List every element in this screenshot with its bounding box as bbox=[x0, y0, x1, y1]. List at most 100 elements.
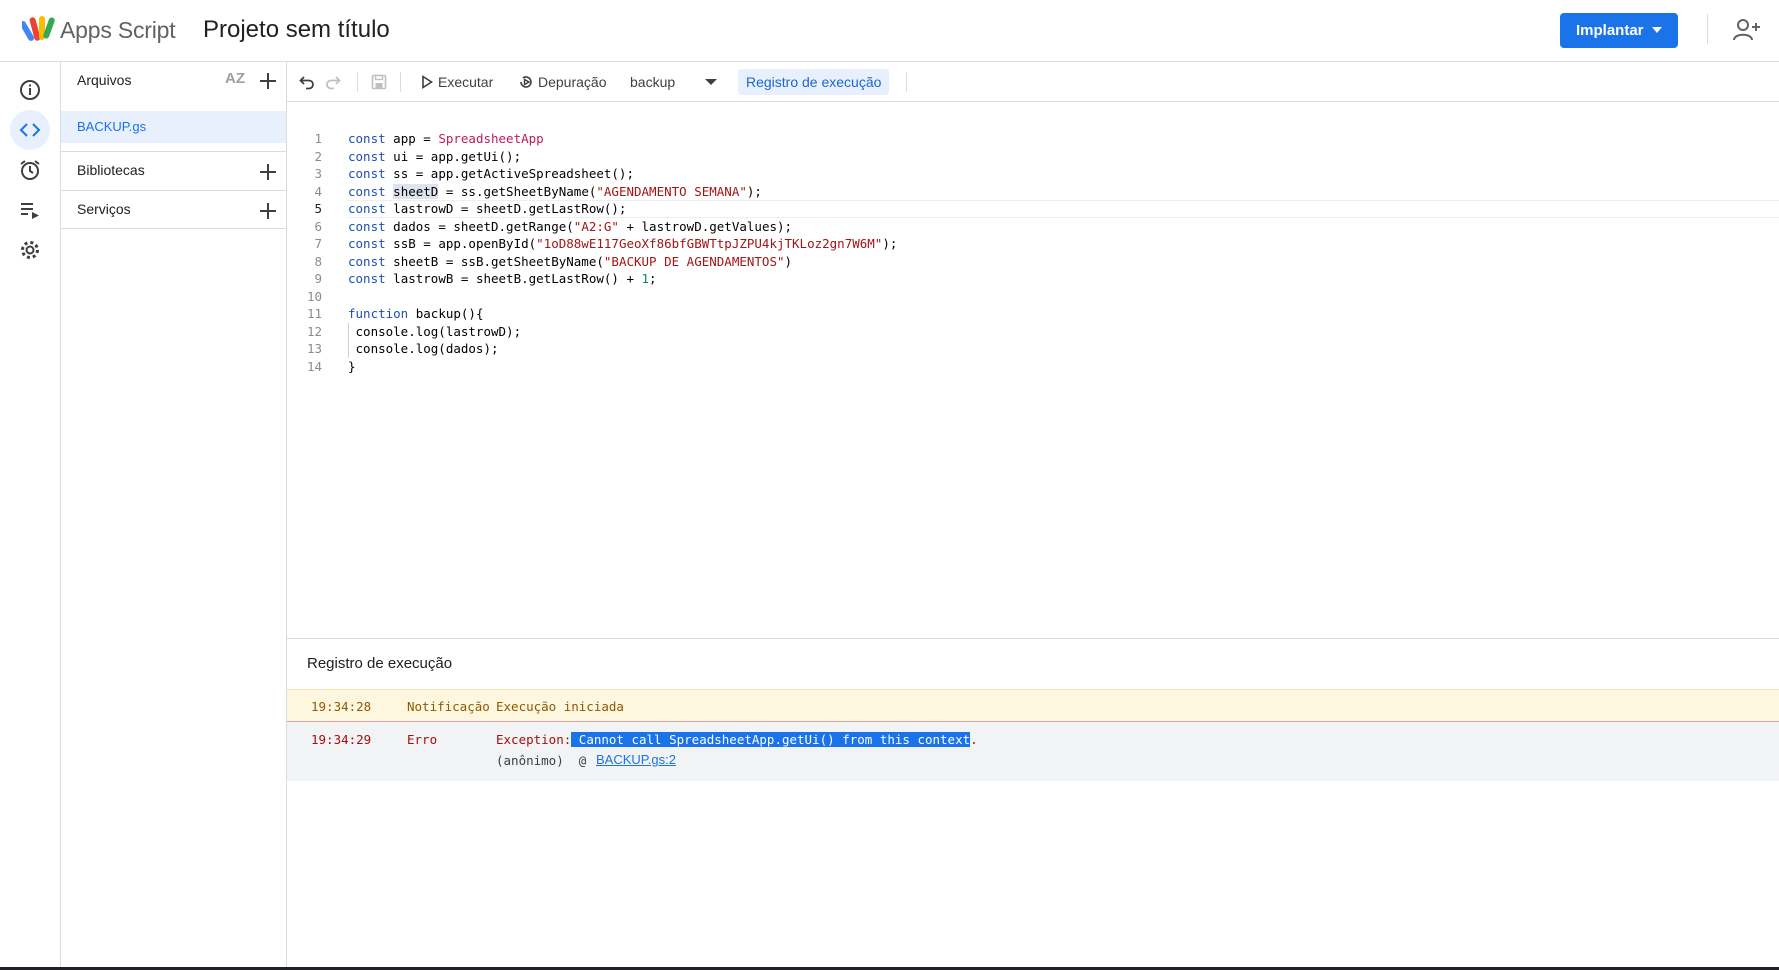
code-line[interactable]: 11 function backup(){ bbox=[287, 305, 1779, 323]
string-token: "1oD88wE117GeoXf86bfGBWTtpJZPU4kjTKLoz2g… bbox=[536, 236, 883, 251]
error-message[interactable]: Exception: Cannot call SpreadsheetApp.ge… bbox=[496, 732, 978, 747]
app-name[interactable]: Apps Script bbox=[60, 17, 176, 44]
line-number: 6 bbox=[314, 218, 322, 234]
code-line[interactable]: 10 bbox=[287, 288, 1779, 306]
code-text: const app = SpreadsheetApp bbox=[348, 130, 544, 148]
chevron-down-icon bbox=[1652, 27, 1662, 33]
code-icon bbox=[19, 123, 41, 137]
editor-button[interactable] bbox=[10, 110, 50, 150]
log-entry-notice: 19:34:28 Notificação Execução iniciada bbox=[287, 689, 1779, 722]
add-library-icon[interactable] bbox=[260, 164, 276, 180]
triggers-button[interactable] bbox=[10, 150, 50, 190]
keyword-token: const bbox=[348, 131, 386, 146]
execution-log-panel: Registro de execução 19:34:28 Notificaçã… bbox=[287, 638, 1779, 970]
code-text: const lastrowB = sheetB.getLastRow() + 1… bbox=[348, 270, 657, 288]
code-token: ui = app.getUi(); bbox=[385, 148, 522, 164]
libraries-row[interactable]: Bibliotecas bbox=[61, 152, 286, 190]
services-label: Serviços bbox=[77, 201, 131, 217]
function-select[interactable]: backup bbox=[630, 62, 720, 102]
add-person-icon[interactable] bbox=[1732, 17, 1762, 43]
code-token: ssB = app.openById( bbox=[385, 236, 537, 251]
debug-button[interactable]: Depuração bbox=[518, 62, 607, 102]
run-button[interactable]: Executar bbox=[421, 62, 493, 102]
files-label: Arquivos bbox=[77, 72, 132, 88]
code-text: const sheetB = ssB.getSheetByName("BACKU… bbox=[348, 253, 792, 271]
stack-trace-prefix: (anônimo) @ bbox=[496, 753, 587, 768]
code-token: lastrowB = sheetB.getLastRow() + bbox=[385, 271, 642, 286]
add-file-icon[interactable] bbox=[260, 73, 276, 89]
code-text: console.log(lastrowD); bbox=[348, 323, 522, 341]
code-line[interactable]: 12 console.log(lastrowD); bbox=[287, 323, 1779, 341]
code-token: console.log(lastrowD); bbox=[348, 323, 522, 339]
undo-button[interactable] bbox=[299, 62, 315, 102]
code-token: sheetD bbox=[393, 183, 439, 199]
add-service-icon[interactable] bbox=[260, 203, 276, 219]
code-token: lastrowD = sheetD.getLastRow(); bbox=[385, 201, 627, 216]
save-button[interactable] bbox=[371, 62, 387, 102]
line-number: 13 bbox=[306, 341, 322, 356]
code-text: function backup(){ bbox=[348, 305, 483, 323]
code-line[interactable]: 2 const ui = app.getUi(); bbox=[287, 148, 1779, 166]
code-token: } bbox=[348, 358, 356, 374]
code-line[interactable]: 3 const ss = app.getActiveSpreadsheet(); bbox=[287, 165, 1779, 183]
error-prefix: Exception: bbox=[496, 732, 572, 747]
code-token: ); bbox=[746, 183, 762, 199]
code-token: ); bbox=[882, 236, 898, 251]
code-text: const dados = sheetD.getRange("A2:G" + l… bbox=[348, 218, 792, 236]
settings-button[interactable] bbox=[10, 230, 50, 270]
sort-az-icon[interactable]: AZ bbox=[225, 70, 245, 87]
toolbar-divider bbox=[357, 72, 358, 92]
code-line[interactable]: 5 const lastrowD = sheetD.getLastRow(); bbox=[287, 200, 1779, 218]
line-number: 11 bbox=[306, 306, 322, 321]
file-item-backup[interactable]: BACKUP.gs bbox=[61, 111, 286, 143]
line-number: 2 bbox=[314, 148, 322, 164]
line-number: 1 bbox=[314, 131, 322, 146]
execution-log-button[interactable]: Registro de execução bbox=[738, 69, 890, 95]
execution-log-title: Registro de execução bbox=[307, 655, 453, 672]
code-text: console.log(dados); bbox=[348, 340, 499, 358]
redo-button[interactable] bbox=[325, 62, 341, 102]
keyword-token: const bbox=[348, 166, 386, 181]
stack-trace-link[interactable]: BACKUP.gs:2 bbox=[596, 752, 676, 767]
keyword-token: const bbox=[348, 201, 386, 216]
redo-icon bbox=[326, 76, 341, 90]
error-suffix: . bbox=[970, 732, 978, 747]
code-line[interactable]: 9 const lastrowB = sheetB.getLastRow() + … bbox=[287, 270, 1779, 288]
services-row[interactable]: Serviços bbox=[61, 191, 286, 229]
overview-button[interactable] bbox=[10, 70, 50, 110]
keyword-token: const bbox=[348, 183, 386, 199]
files-header: Arquivos AZ bbox=[61, 62, 286, 100]
deploy-button[interactable]: Implantar bbox=[1560, 13, 1678, 48]
code-line[interactable]: 1 const app = SpreadsheetApp bbox=[287, 130, 1779, 148]
code-editor[interactable]: 1 const app = SpreadsheetApp 2 const ui = a… bbox=[287, 102, 1779, 638]
function-select-value: backup bbox=[630, 74, 676, 90]
code-text: } bbox=[348, 358, 356, 376]
code-token: + lastrowD.getValues); bbox=[618, 218, 793, 234]
run-label: Executar bbox=[438, 74, 494, 90]
apps-script-logo[interactable] bbox=[22, 14, 56, 44]
code-token: ) bbox=[784, 253, 793, 269]
code-line[interactable]: 7 const ssB = app.openById("1oD88wE117Geo… bbox=[287, 235, 1779, 253]
code-token: app = bbox=[385, 131, 439, 146]
code-token: dados = sheetD.getRange( bbox=[385, 218, 574, 234]
keyword-token: const bbox=[348, 236, 386, 251]
code-line[interactable]: 6 const dados = sheetD.getRange("A2:G" + … bbox=[287, 218, 1779, 236]
code-line[interactable]: 13 console.log(dados); bbox=[287, 340, 1779, 358]
code-token: SpreadsheetApp bbox=[438, 131, 544, 146]
line-number: 3 bbox=[314, 166, 322, 181]
divider bbox=[61, 228, 286, 229]
code-line[interactable]: 4 const sheetD = ss.getSheetByName("AGEND… bbox=[287, 183, 1779, 201]
app-header: Apps Script Projeto sem título Implantar bbox=[0, 0, 1779, 62]
project-title[interactable]: Projeto sem título bbox=[203, 16, 390, 44]
executions-button[interactable] bbox=[10, 190, 50, 230]
code-line[interactable]: 8 const sheetB = ssB.getSheetByName("BACK… bbox=[287, 253, 1779, 271]
libraries-label: Bibliotecas bbox=[77, 162, 145, 178]
deploy-label: Implantar bbox=[1576, 22, 1644, 39]
chevron-down-icon bbox=[705, 79, 717, 85]
code-line[interactable]: 14} bbox=[287, 358, 1779, 376]
debug-label: Depuração bbox=[538, 74, 607, 90]
code-text: const ssB = app.openById("1oD88wE117GeoX… bbox=[348, 235, 897, 253]
indent-guide bbox=[348, 322, 349, 358]
code-token: sheetB = ssB.getSheetByName( bbox=[385, 253, 604, 269]
code-token: 1 bbox=[641, 271, 650, 286]
